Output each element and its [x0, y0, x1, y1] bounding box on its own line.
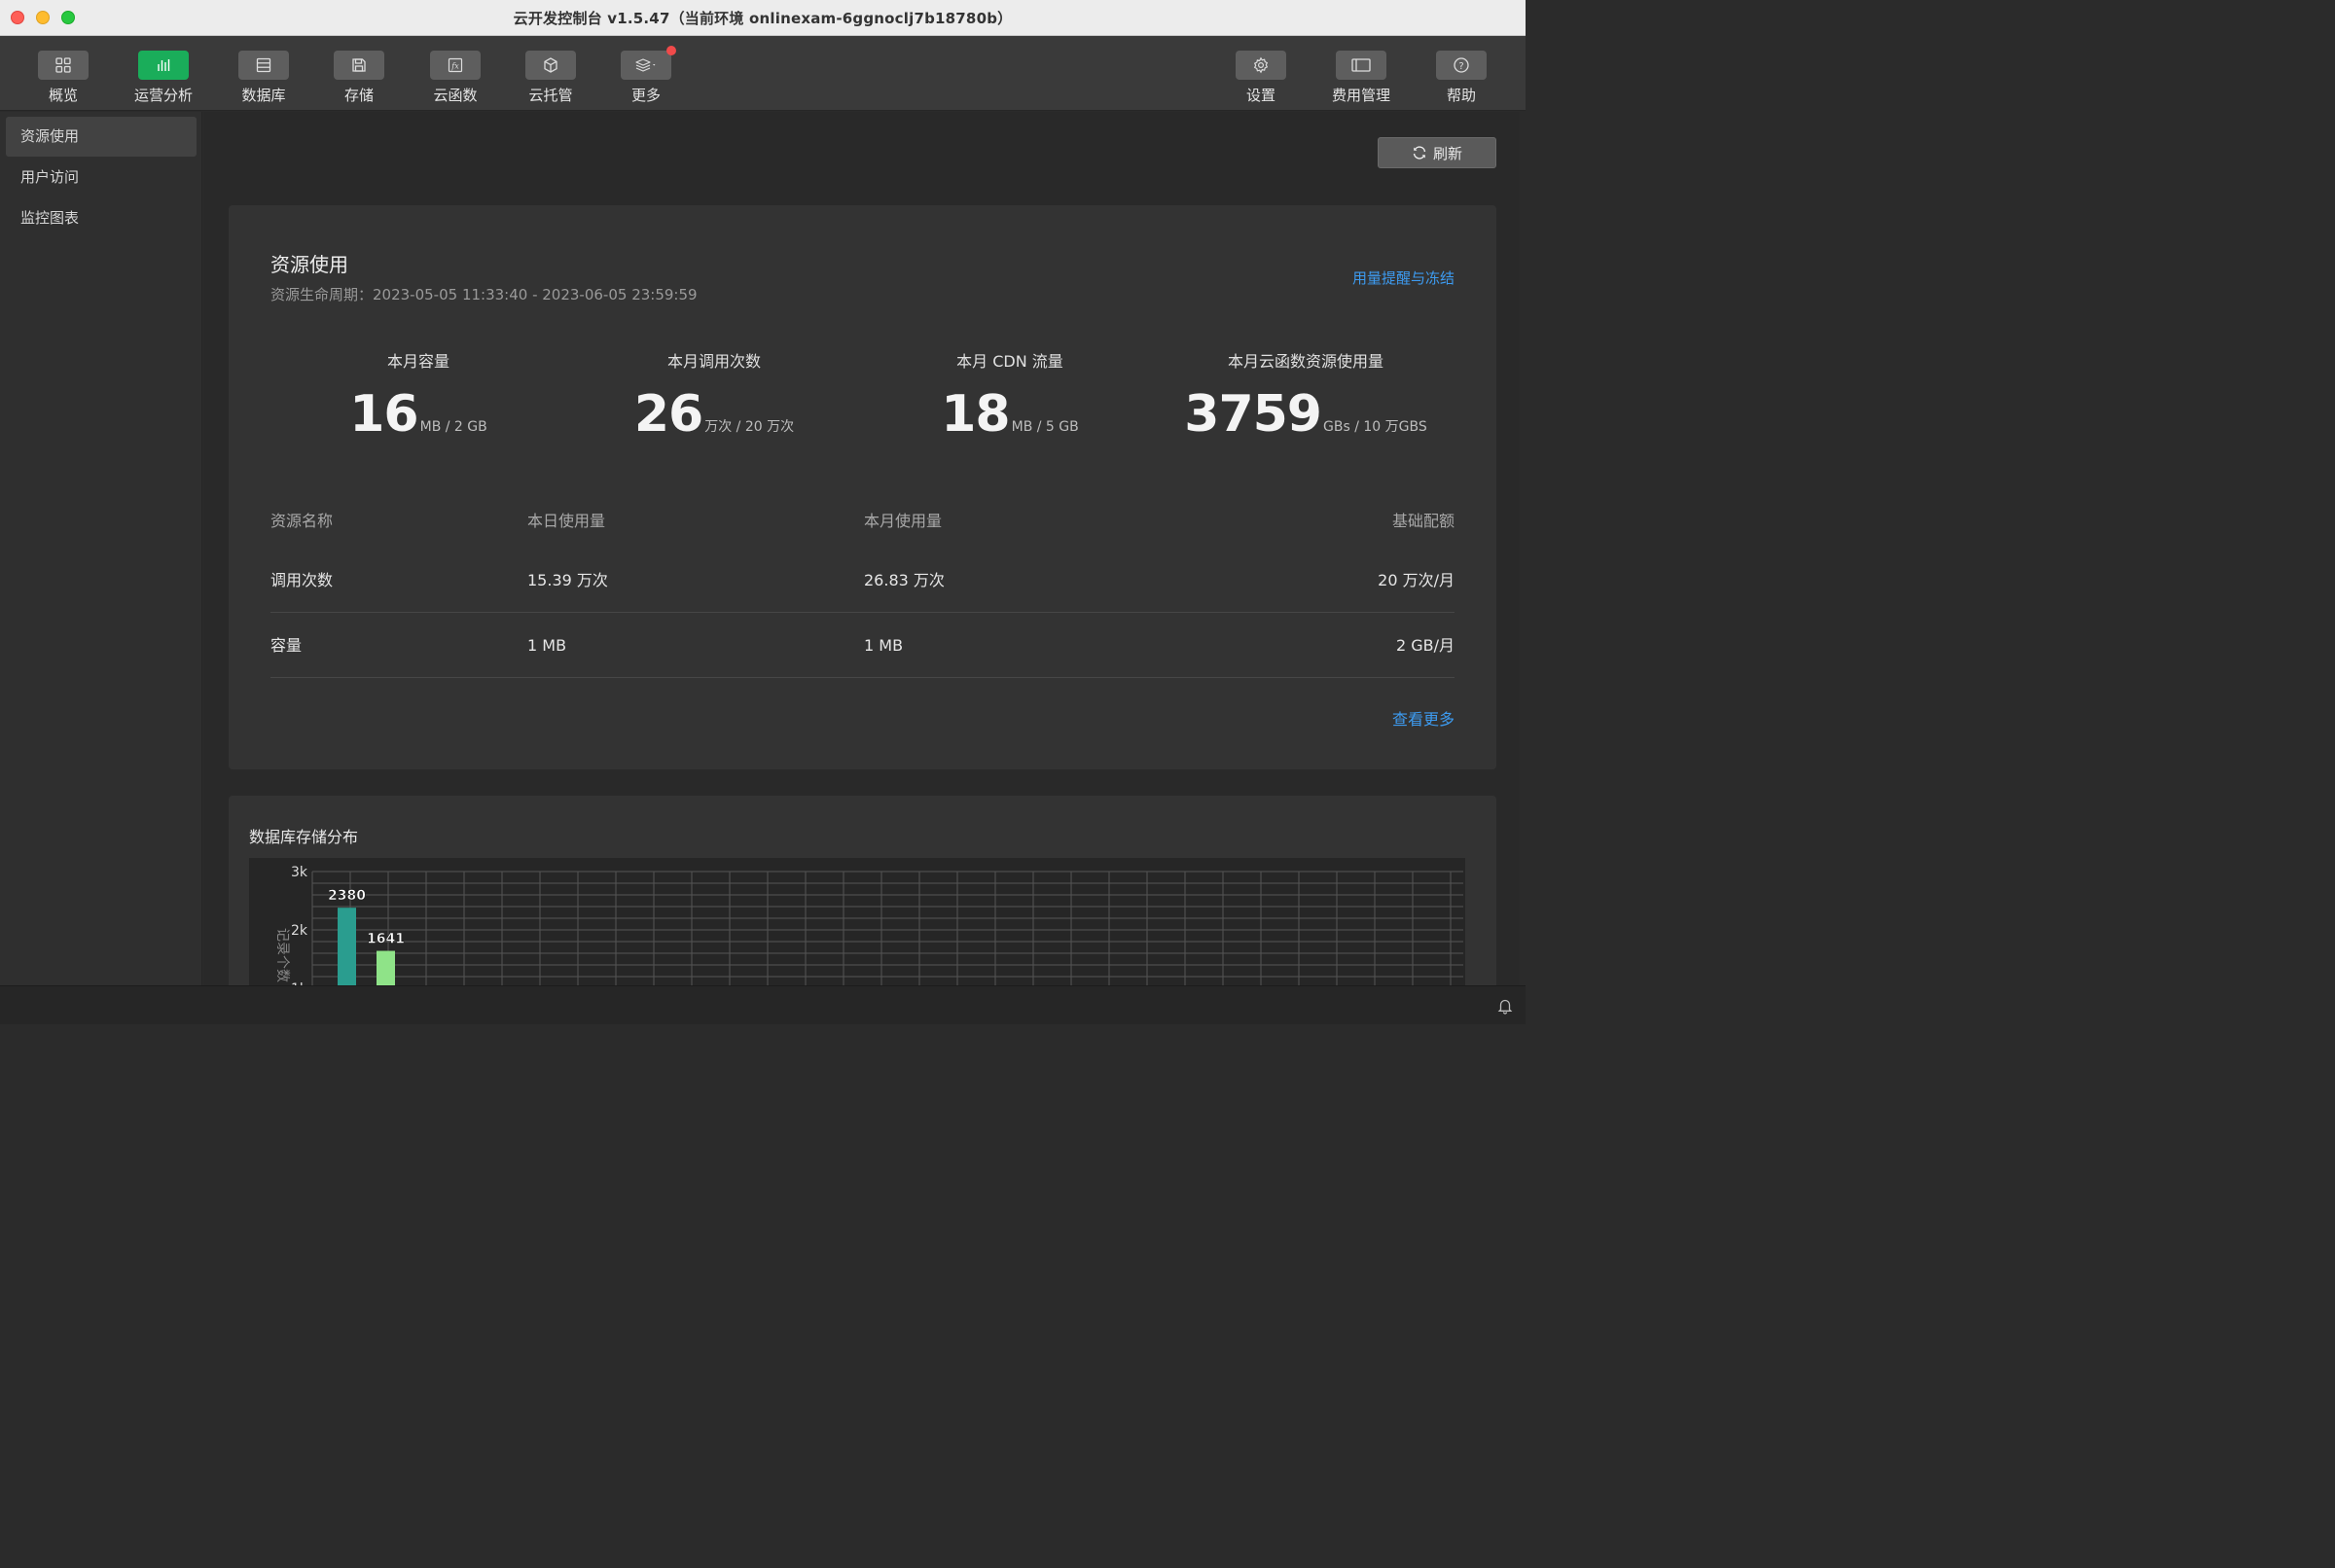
table-cell: 26.83 万次	[864, 571, 945, 589]
toolbar-label: 云函数	[433, 87, 478, 104]
view-more-link[interactable]: 查看更多	[1392, 706, 1455, 730]
database-icon	[238, 51, 289, 80]
toolbar-storage[interactable]: 存储	[320, 51, 398, 105]
stat-calls: 本月调用次数 26 万次 / 20 万次	[568, 348, 860, 444]
bar-data-label: 1641	[367, 932, 405, 947]
stat-label: 本月云函数资源使用量	[1227, 352, 1383, 371]
bar-data-label: 2380	[328, 888, 366, 904]
title-bar: 云开发控制台 v1.5.47（当前环境 onlinexam-6ggnoclj7b…	[0, 0, 1526, 36]
grid-icon	[38, 51, 89, 80]
stat-value: 18	[941, 385, 1010, 444]
toolbar-label: 存储	[343, 87, 374, 104]
toolbar-label: 更多	[630, 87, 661, 104]
table-cell: 1 MB	[527, 636, 567, 655]
stat-label: 本月 CDN 流量	[956, 352, 1063, 371]
help-icon: ?	[1436, 51, 1487, 80]
toolbar-more[interactable]: 更多	[607, 46, 685, 105]
toolbar-overview[interactable]: 概览	[24, 51, 102, 105]
toolbar-cloud-hosting[interactable]: 云托管	[512, 51, 590, 105]
table-row: 调用次数 15.39 万次 26.83 万次 20 万次/月	[270, 548, 1455, 613]
svg-text:fx: fx	[450, 62, 459, 71]
y-tick-label: 2k	[291, 923, 308, 939]
toolbar-analytics[interactable]: 运营分析	[125, 51, 202, 105]
sidebar-item-resource-usage[interactable]: 资源使用	[6, 117, 197, 157]
resource-usage-card: 资源使用 资源生命周期：2023-05-05 11:33:40 - 2023-0…	[229, 205, 1496, 769]
notification-badge	[666, 46, 676, 55]
lifecycle-text: 资源生命周期：2023-05-05 11:33:40 - 2023-06-05 …	[270, 286, 698, 303]
column-header: 基础配额	[1391, 512, 1455, 530]
db-storage-chart: 3k2k1k记录个数23801641	[249, 858, 1465, 985]
chart-card-title: 数据库存储分布	[249, 828, 359, 846]
toolbar-label: 云托管	[528, 87, 573, 104]
stat-storage: 本月容量 16 MB / 2 GB	[272, 348, 564, 444]
main-toolbar: 概览 运营分析 数据库 存储 fx 云函数 云托管 更多 设置 费用管理 ? 帮…	[0, 36, 1526, 111]
bar	[377, 950, 395, 985]
db-storage-card: 数据库存储分布 3k2k1k记录个数23801641	[229, 796, 1496, 985]
refresh-icon	[1413, 146, 1426, 160]
gear-icon	[1236, 51, 1286, 80]
toolbar-label: 数据库	[241, 87, 286, 104]
table-cell: 容量	[270, 636, 303, 655]
card-title: 资源使用	[270, 253, 348, 276]
resource-table: 资源名称 本日使用量 本月使用量 基础配额 调用次数 15.39 万次 26.8…	[270, 495, 1455, 678]
sidebar: 资源使用 用户访问 监控图表	[0, 112, 202, 985]
bell-icon[interactable]	[1496, 997, 1514, 1015]
stat-label: 本月容量	[386, 352, 449, 371]
refresh-label: 刷新	[1432, 144, 1462, 162]
cube-icon	[525, 51, 576, 80]
status-bar	[0, 985, 1526, 1024]
table-header: 资源名称 本日使用量 本月使用量 基础配额	[270, 495, 1455, 548]
billing-icon	[1336, 51, 1386, 80]
toolbar-label: 概览	[48, 87, 78, 104]
toolbar-label: 运营分析	[133, 87, 193, 104]
y-axis-label: 记录个数	[274, 928, 290, 982]
stat-cdn: 本月 CDN 流量 18 MB / 5 GB	[864, 348, 1156, 444]
usage-alert-link[interactable]: 用量提醒与冻结	[1352, 267, 1455, 288]
stat-unit: GBs / 10 万GBS	[1323, 419, 1427, 435]
table-cell: 15.39 万次	[527, 571, 608, 589]
svg-text:?: ?	[1458, 61, 1463, 72]
stat-value: 3759	[1184, 385, 1322, 444]
main-content: 刷新 资源使用 资源生命周期：2023-05-05 11:33:40 - 202…	[203, 112, 1526, 985]
toolbar-label: 费用管理	[1331, 87, 1390, 104]
column-header: 资源名称	[270, 512, 334, 530]
table-row: 容量 1 MB 1 MB 2 GB/月	[270, 613, 1455, 678]
bar	[338, 908, 356, 985]
stat-label: 本月调用次数	[666, 352, 761, 371]
column-header: 本日使用量	[527, 512, 606, 530]
table-cell: 20 万次/月	[1378, 571, 1455, 589]
stat-value: 16	[349, 385, 418, 444]
function-icon: fx	[430, 51, 481, 80]
toolbar-functions[interactable]: fx 云函数	[416, 51, 494, 105]
table-cell: 1 MB	[864, 636, 904, 655]
table-cell: 2 GB/月	[1395, 636, 1455, 655]
window-title: 云开发控制台 v1.5.47（当前环境 onlinexam-6ggnoclj7b…	[513, 10, 1013, 27]
stat-function-resource: 本月云函数资源使用量 3759 GBs / 10 万GBS	[1160, 348, 1452, 444]
layers-icon	[621, 46, 676, 80]
bar-chart-icon	[138, 51, 189, 80]
scrollbar[interactable]	[1520, 112, 1526, 985]
stat-unit: MB / 5 GB	[1011, 419, 1079, 435]
chart-svg: 3k2k1k记录个数23801641	[274, 865, 1463, 985]
sidebar-item-user-access[interactable]: 用户访问	[6, 158, 197, 197]
column-header: 本月使用量	[864, 512, 943, 530]
toolbar-billing[interactable]: 费用管理	[1322, 51, 1400, 105]
stat-value: 26	[633, 385, 703, 444]
y-tick-label: 3k	[291, 865, 308, 880]
toolbar-database[interactable]: 数据库	[225, 51, 303, 105]
toolbar-label: 帮助	[1446, 87, 1476, 104]
save-icon	[334, 51, 384, 80]
sidebar-item-monitor-charts[interactable]: 监控图表	[6, 198, 197, 238]
table-cell: 调用次数	[270, 571, 334, 589]
stat-unit: 万次 / 20 万次	[704, 419, 795, 435]
stat-unit: MB / 2 GB	[419, 419, 487, 435]
toolbar-help[interactable]: ? 帮助	[1422, 51, 1500, 105]
refresh-button[interactable]: 刷新	[1378, 137, 1496, 168]
toolbar-label: 设置	[1245, 87, 1275, 104]
toolbar-settings[interactable]: 设置	[1222, 51, 1300, 105]
